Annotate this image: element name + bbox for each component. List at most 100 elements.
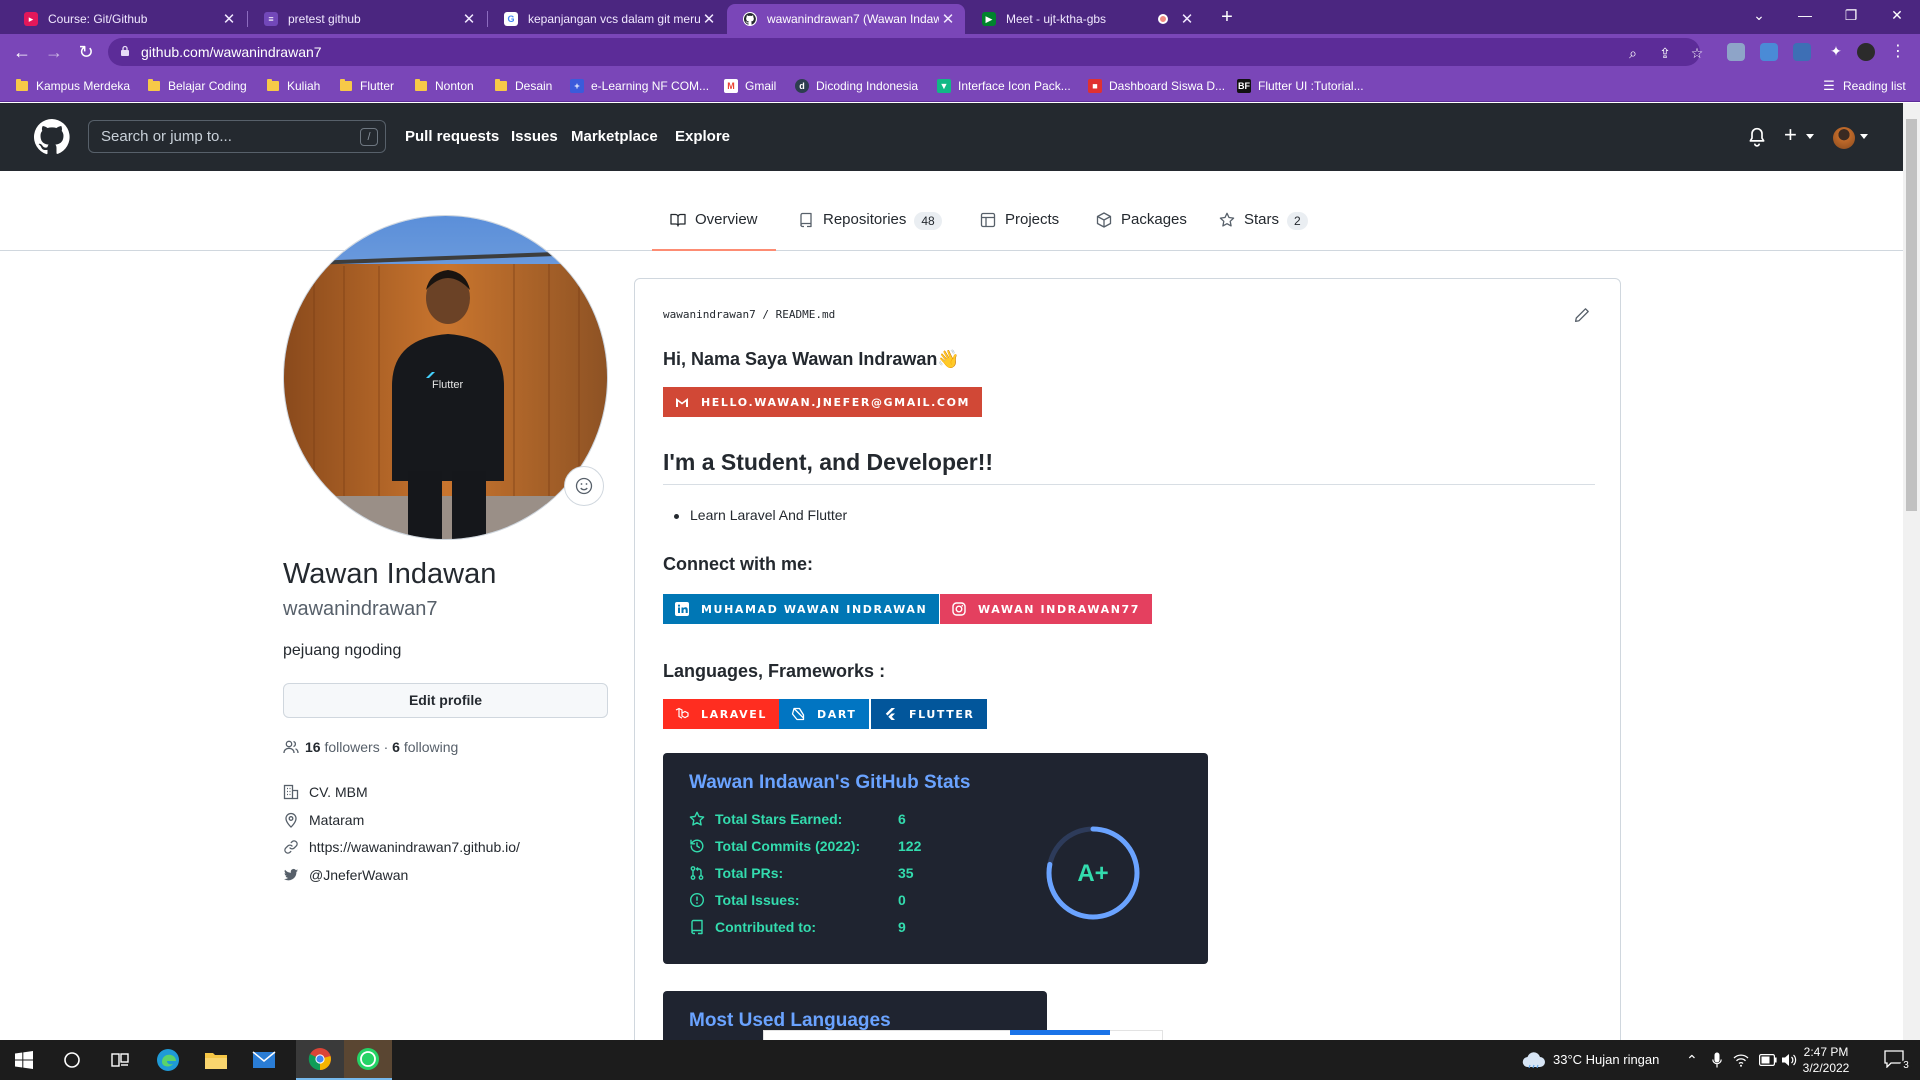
bookmark-link[interactable]: BF Flutter UI :Tutorial... xyxy=(1237,70,1364,102)
browser-tab-pretest[interactable]: ≡ pretest github ✕ xyxy=(248,4,486,34)
bookmark-link[interactable]: ▼ Interface Icon Pack... xyxy=(937,70,1071,102)
tab-packages[interactable]: Packages xyxy=(1096,199,1187,251)
reading-list-icon: ☰ xyxy=(1823,78,1835,93)
back-icon[interactable]: ← xyxy=(10,40,34,64)
bookmark-folder[interactable]: Belajar Coding xyxy=(148,70,247,102)
folder-icon xyxy=(495,79,507,91)
microphone-icon[interactable] xyxy=(1712,1052,1722,1068)
bookmark-folder[interactable]: Flutter xyxy=(340,70,394,102)
browser-tab-meet[interactable]: ▶ Meet - ujt-ktha-gbs ✕ xyxy=(966,4,1204,34)
tab-stars[interactable]: Stars 2 xyxy=(1219,199,1308,251)
extension-shield-icon[interactable] xyxy=(1727,43,1745,61)
notifications-bell-icon[interactable] xyxy=(1748,127,1766,147)
nav-pull-requests[interactable]: Pull requests xyxy=(405,103,499,171)
set-status-button[interactable] xyxy=(564,466,604,506)
twitter-handle[interactable]: @JneferWawan xyxy=(309,867,408,883)
profile-avatar-icon[interactable] xyxy=(1857,43,1875,61)
whatsapp-icon[interactable] xyxy=(344,1040,392,1080)
restore-icon[interactable]: ❐ xyxy=(1828,0,1874,30)
github-search-input[interactable]: Search or jump to... / xyxy=(88,120,386,153)
close-tab-icon[interactable]: ✕ xyxy=(700,10,718,28)
search-icon[interactable] xyxy=(48,1040,96,1080)
bookmark-link[interactable]: + e-Learning NF COM... xyxy=(570,70,709,102)
battery-icon[interactable] xyxy=(1759,1054,1777,1066)
chevron-down-icon[interactable] xyxy=(1860,134,1868,139)
volume-icon[interactable] xyxy=(1781,1053,1797,1067)
bookmark-folder[interactable]: Kuliah xyxy=(267,70,320,102)
close-tab-icon[interactable]: ✕ xyxy=(1178,10,1196,28)
weather-cloud-icon[interactable] xyxy=(1522,1052,1546,1068)
close-tab-icon[interactable]: ✕ xyxy=(460,10,478,28)
tab-projects[interactable]: Projects xyxy=(980,199,1059,251)
profile-website[interactable]: https://wawanindrawan7.github.io/ xyxy=(283,839,520,855)
user-avatar[interactable] xyxy=(1833,127,1855,149)
minimize-icon[interactable]: — xyxy=(1782,0,1828,30)
laravel-badge[interactable]: LARAVEL xyxy=(663,699,779,729)
close-tab-icon[interactable]: ✕ xyxy=(939,10,957,28)
chrome-taskbar-icon[interactable] xyxy=(296,1040,344,1080)
share-icon[interactable]: ⇪ xyxy=(1656,44,1674,62)
extension-screenshot-icon[interactable] xyxy=(1793,43,1811,61)
browser-tab-google[interactable]: G kepanjangan vcs dalam git merup ✕ xyxy=(488,4,726,34)
create-new-plus-icon[interactable]: + xyxy=(1784,123,1797,147)
stat-value: 9 xyxy=(898,919,906,935)
windows-start-icon[interactable] xyxy=(0,1040,48,1080)
close-window-icon[interactable]: ✕ xyxy=(1874,0,1920,30)
folder-icon xyxy=(267,79,279,91)
followers-count[interactable]: 16 xyxy=(305,739,321,755)
email-badge[interactable]: HELLO.WAWAN.JNEFER@GMAIL.COM xyxy=(663,387,983,417)
page-scrollbar[interactable] xyxy=(1903,103,1920,1041)
nav-marketplace[interactable]: Marketplace xyxy=(571,103,658,171)
badge-label: FLUTTER xyxy=(909,707,975,721)
close-tab-icon[interactable]: ✕ xyxy=(220,10,238,28)
chevron-down-icon[interactable] xyxy=(1806,134,1814,139)
pencil-edit-icon[interactable] xyxy=(1574,307,1590,323)
scrollbar-thumb[interactable] xyxy=(1906,119,1917,511)
bookmark-link[interactable]: ■ Dashboard Siswa D... xyxy=(1088,70,1225,102)
tab-search-icon[interactable]: ⌄ xyxy=(1736,0,1782,30)
bookmark-link[interactable]: d Dicoding Indonesia xyxy=(795,70,918,102)
chrome-menu-icon[interactable]: ⋮ xyxy=(1886,40,1910,64)
following-count[interactable]: 6 xyxy=(392,739,400,755)
bookmark-folder[interactable]: Desain xyxy=(495,70,552,102)
website-link[interactable]: https://wawanindrawan7.github.io/ xyxy=(309,839,520,855)
bookmark-label: Dicoding Indonesia xyxy=(816,79,919,93)
tab-overview[interactable]: Overview xyxy=(652,199,776,251)
edit-profile-button[interactable]: Edit profile xyxy=(283,683,608,718)
address-bar[interactable]: github.com/wawanindrawan7 ⌕ ⇪ ☆ xyxy=(108,38,1703,66)
bookmark-star-icon[interactable]: ☆ xyxy=(1688,44,1706,62)
dart-badge[interactable]: DART xyxy=(779,699,869,729)
followers-link[interactable]: followers xyxy=(324,739,379,755)
extension-translate-icon[interactable] xyxy=(1760,43,1778,61)
file-explorer-icon[interactable] xyxy=(192,1040,240,1080)
wifi-icon[interactable] xyxy=(1733,1053,1749,1067)
show-hidden-icons-chevron-icon[interactable]: ⌃ xyxy=(1686,1040,1698,1080)
new-tab-button[interactable]: + xyxy=(1214,4,1240,30)
following-link[interactable]: following xyxy=(404,739,458,755)
bookmark-link[interactable]: M Gmail xyxy=(724,70,776,102)
bookmark-folder[interactable]: Nonton xyxy=(415,70,474,102)
zoom-icon[interactable]: ⌕ xyxy=(1624,44,1642,62)
nav-explore[interactable]: Explore xyxy=(675,103,730,171)
reload-icon[interactable]: ↻ xyxy=(74,40,98,64)
reading-list-button[interactable]: ☰ Reading list xyxy=(1822,70,1906,102)
instagram-badge[interactable]: WAWAN INDRAWAN77 xyxy=(940,594,1153,624)
taskbar-clock[interactable]: 2:47 PM 3/2/2022 xyxy=(1796,1044,1856,1076)
notification-center-button[interactable]: 3 xyxy=(1872,1040,1920,1080)
weather-text[interactable]: 33°C Hujan ringan xyxy=(1553,1040,1659,1080)
edge-browser-icon[interactable] xyxy=(144,1040,192,1080)
nav-issues[interactable]: Issues xyxy=(511,103,558,171)
readme-path[interactable]: wawanindrawan7 / README.md xyxy=(663,308,835,321)
linkedin-badge[interactable]: MUHAMAD WAWAN INDRAWAN xyxy=(663,594,940,624)
browser-tab-course[interactable]: ▸ Course: Git/Github ✕ xyxy=(8,4,246,34)
mail-icon[interactable] xyxy=(240,1040,288,1080)
flutter-badge[interactable]: FLUTTER xyxy=(871,699,987,729)
tab-repositories[interactable]: Repositories 48 xyxy=(798,199,942,251)
profile-twitter[interactable]: @JneferWawan xyxy=(283,867,408,883)
forward-icon[interactable]: → xyxy=(42,40,66,64)
bookmark-folder[interactable]: Kampus Merdeka xyxy=(16,70,130,102)
browser-tab-github[interactable]: wawanindrawan7 (Wawan Indaw ✕ xyxy=(727,4,965,34)
extensions-puzzle-icon[interactable]: ✦ xyxy=(1827,43,1845,61)
github-logo-icon[interactable] xyxy=(34,119,70,155)
task-view-icon[interactable] xyxy=(96,1040,144,1080)
